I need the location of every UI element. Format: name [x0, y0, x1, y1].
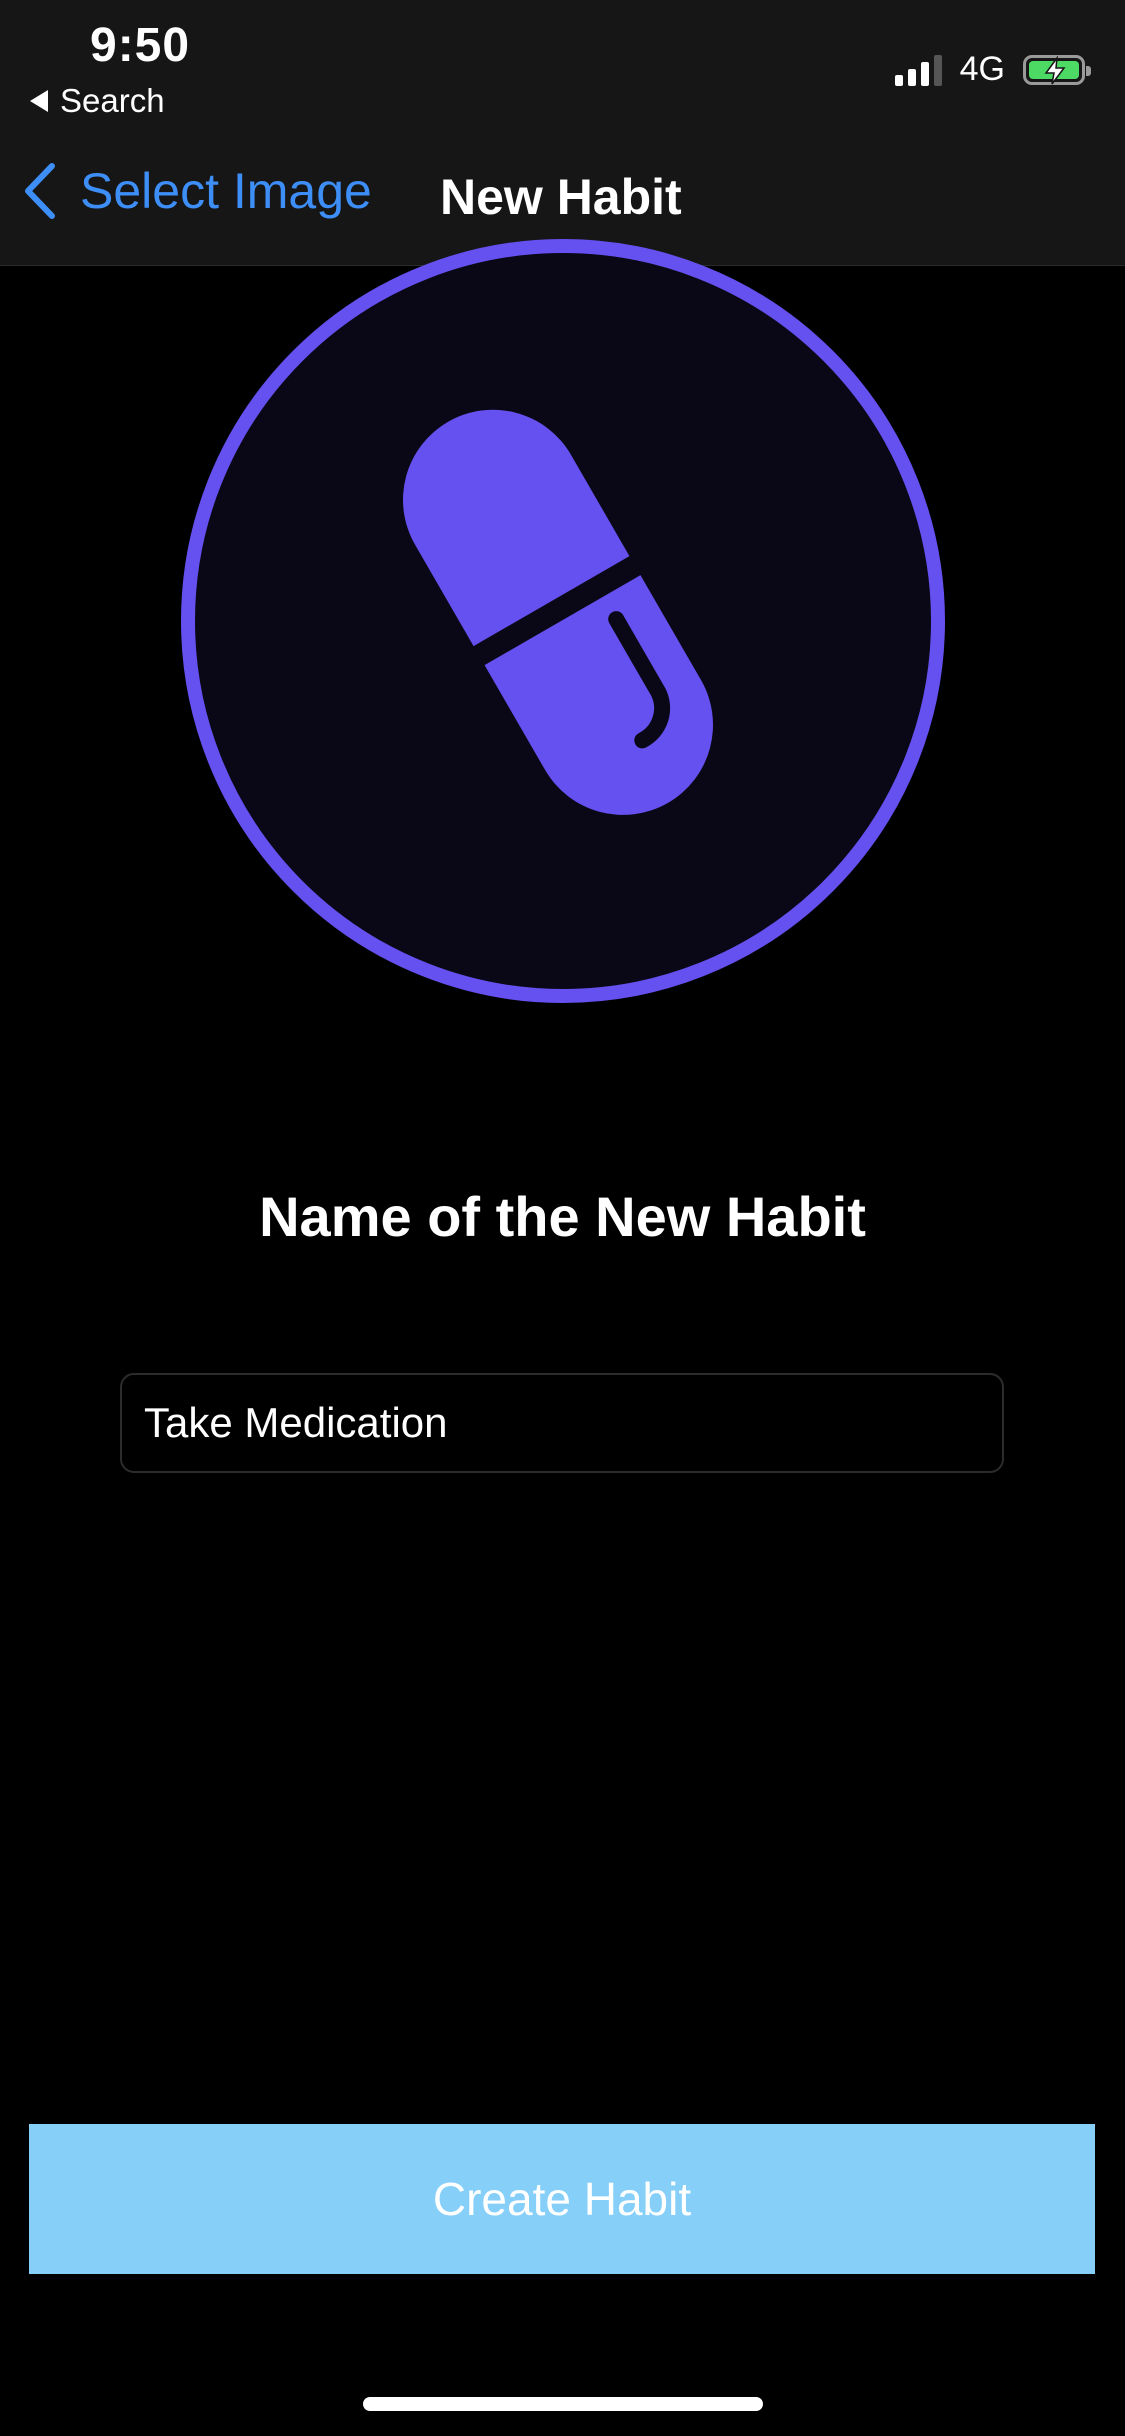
habit-name-input[interactable] [120, 1373, 1004, 1473]
status-back-label: Search [60, 82, 165, 119]
page-title: New Habit [440, 169, 682, 225]
cellular-signal-icon [894, 54, 942, 86]
create-habit-button[interactable]: Create Habit [29, 2124, 1095, 2274]
charging-bolt-icon [1044, 55, 1066, 84]
status-back-to-app[interactable]: Search [30, 82, 165, 120]
status-indicators: 4G [894, 50, 1091, 89]
back-button-label: Select Image [80, 163, 372, 219]
back-triangle-icon [30, 90, 48, 112]
habit-image[interactable] [180, 238, 946, 1004]
habit-name-label: Name of the New Habit [259, 1185, 866, 1248]
chevron-left-icon [25, 163, 55, 219]
home-indicator[interactable] [363, 2397, 763, 2411]
status-time: 9:50 [90, 19, 191, 72]
pill-icon [181, 239, 945, 1003]
network-type: 4G [959, 50, 1005, 88]
back-button[interactable]: Select Image [22, 162, 372, 220]
battery-icon [1023, 54, 1091, 85]
